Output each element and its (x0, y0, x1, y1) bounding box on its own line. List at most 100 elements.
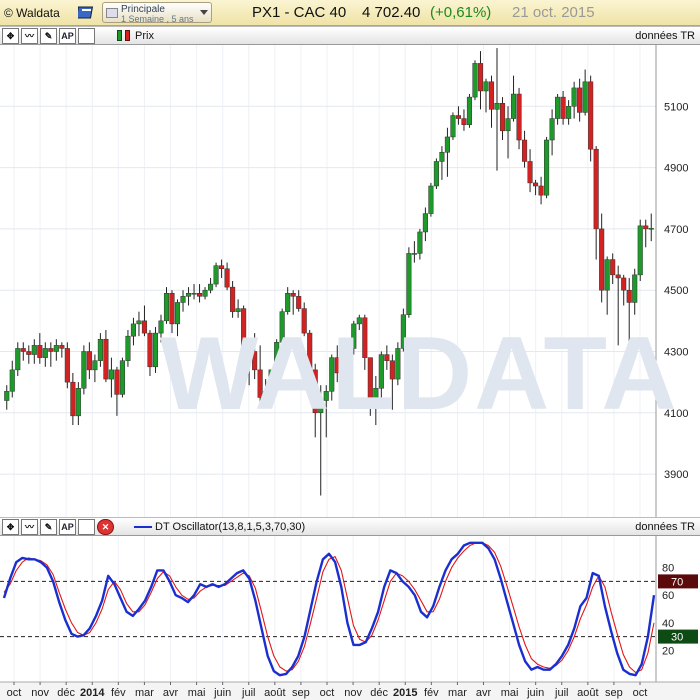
close-icon[interactable]: ✕ (97, 519, 114, 535)
candle-body (488, 81, 495, 110)
draw-icon[interactable]: ✎ (40, 519, 57, 535)
price-y-tick: 5100 (664, 101, 688, 113)
x-tick-label: oct (7, 687, 22, 699)
x-tick-label: mai (501, 687, 519, 699)
x-tick-label: sep (605, 687, 623, 699)
price-y-tick: 3900 (664, 469, 688, 481)
candle-body (37, 345, 43, 358)
brand-label: © Waldata (4, 6, 60, 20)
candle-body (571, 87, 577, 107)
candle-body (191, 293, 197, 295)
ap-icon[interactable]: AP (59, 28, 76, 44)
draw-icon[interactable]: ✎ (40, 28, 57, 44)
candle-body (439, 152, 445, 162)
x-tick-label: juil (554, 687, 568, 699)
crosshair-icon[interactable]: ✥ (2, 519, 19, 535)
blank-icon[interactable] (78, 28, 95, 44)
book-icon[interactable] (75, 4, 96, 21)
preset-selector[interactable]: Principale 1 Semaine , 5 ans (102, 2, 212, 24)
ap-icon[interactable]: AP (59, 519, 76, 535)
candle-body (544, 139, 550, 196)
candle-body (582, 81, 588, 113)
candle-body (235, 308, 241, 312)
x-tick-label: fév (424, 687, 439, 699)
candle-body (202, 289, 208, 297)
candle-body (185, 293, 192, 297)
quote-date: 21 oct. 2015 (512, 4, 595, 21)
candle-body (103, 338, 109, 380)
candle-body (610, 259, 616, 276)
osc-toolbar: ✥ 〰 ✎ AP ✕ DT Oscillator(13,8,1,5,3,70,3… (0, 517, 700, 536)
candle-body (450, 115, 456, 138)
x-tick-label: oct (320, 687, 335, 699)
osc-chart: 204060807030oct nov déc 2014 fév mar avr mai jui… (0, 536, 700, 700)
price-change: (+0,61%) (430, 4, 492, 21)
candle-body (588, 81, 594, 150)
blank-icon[interactable] (78, 519, 95, 535)
osc-level-label: 70 (671, 576, 683, 588)
legend-down-swatch (125, 30, 130, 41)
osc-panel[interactable]: 20 40 60 80 70 30 oct nov déc 2014 fév mar avr mai jui… (0, 536, 700, 700)
candle-body (125, 335, 131, 361)
x-tick-label: mar (135, 687, 154, 699)
osc-legend-swatch (134, 526, 152, 528)
candle-body (48, 348, 54, 352)
candle-body (433, 161, 439, 187)
candle-body (92, 360, 98, 371)
osc-source: données TR (635, 521, 695, 533)
x-tick-label: mar (448, 687, 467, 699)
candle-body (505, 118, 511, 132)
candle-body (9, 369, 15, 392)
price-y-tick: 4900 (664, 163, 688, 175)
candle-body (4, 391, 10, 401)
candle-body (499, 102, 506, 132)
candle-body (86, 351, 92, 371)
candle-body (417, 231, 423, 254)
price-y-tick: 4700 (664, 224, 688, 236)
candle-body (114, 369, 120, 395)
candle-body (555, 96, 561, 119)
candle-body (108, 369, 114, 380)
indicator-icon[interactable]: 〰 (21, 28, 38, 44)
candle-body (510, 93, 517, 119)
osc-y-tick: 20 (662, 645, 674, 657)
candle-body (75, 388, 81, 417)
candle-body (31, 345, 37, 355)
price-toolbar: ✥ 〰 ✎ AP Prix données TR (0, 26, 700, 45)
price-panel[interactable]: WALDATA 3900 4100 4300 4500 4700 4900 5100 (0, 45, 700, 517)
candle-body (621, 277, 627, 291)
candle-body (604, 259, 610, 291)
candle-body (59, 345, 65, 349)
x-tick-label: déc (370, 687, 388, 699)
crosshair-icon[interactable]: ✥ (2, 28, 19, 44)
osc-legend: DT Oscillator(13,8,1,5,3,70,30) (155, 521, 306, 533)
candle-body (70, 381, 76, 417)
candle-body (411, 253, 417, 255)
candle-body (422, 213, 428, 233)
candle-body (290, 293, 296, 297)
indicator-icon[interactable]: 〰 (21, 519, 38, 535)
candle-body (15, 348, 21, 371)
candle-body (224, 268, 230, 288)
candle-body (230, 286, 236, 312)
price-source: données TR (635, 30, 695, 42)
candle-body (119, 360, 125, 395)
candle-body (152, 332, 159, 368)
candle-body (549, 118, 555, 141)
x-tick-label: juin (213, 687, 231, 699)
candle-body (538, 185, 544, 196)
candle-body (406, 253, 412, 315)
candle-body (136, 320, 142, 325)
title-bar: © Waldata Principale 1 Semaine , 5 ans P… (0, 0, 700, 26)
symbol-label: PX1 - CAC 40 (252, 4, 347, 21)
candle-body (428, 185, 434, 214)
osc-y-tick: 60 (662, 590, 674, 602)
candle-body (213, 265, 219, 285)
candle-body (208, 283, 214, 291)
candle-body (296, 296, 302, 309)
candle-body (522, 139, 528, 162)
candle-body (483, 81, 489, 92)
candle-body (53, 345, 59, 352)
candle-body (533, 182, 539, 187)
candle-body (444, 136, 450, 153)
